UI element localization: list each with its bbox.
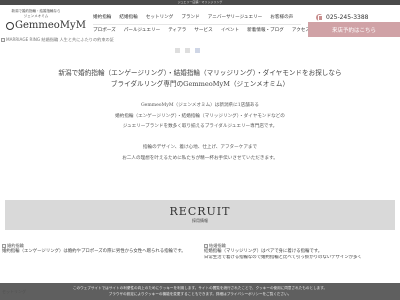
engagement-ring-image-alt: 婚約指輪	[7, 243, 24, 248]
nav-item-event[interactable]: イベント	[221, 27, 239, 33]
broken-image-icon	[2, 243, 6, 248]
nav-item-brand[interactable]: ブランド	[181, 14, 199, 20]
slider-dot-1[interactable]	[175, 48, 180, 53]
engagement-ring-image[interactable]: 婚約指輪	[2, 242, 192, 249]
intro-headline-line-2: ブライダルリング専門のGemmeoMyM（ジェンメオミム）	[110, 80, 290, 88]
intro-headline: 新潟で婚約指輪（エンゲージリング）・結婚指輪（マリッジリング）・ダイヤモンドをお…	[0, 68, 400, 90]
site-logo[interactable]: 新潟で婚約指輪・結婚指輪なら ジェンメオミム GemmeoMyM	[6, 9, 86, 35]
intro-headline-line-1: 新潟で婚約指輪（エンゲージリング）・結婚指輪（マリッジリング）・ダイヤモンドをお…	[58, 69, 342, 77]
phone-number: 025-245-3388	[326, 13, 369, 21]
logo-name: GemmeoMyM	[15, 20, 86, 31]
logo-wordmark: GemmeoMyM	[6, 20, 86, 32]
nav-divider	[93, 24, 301, 25]
nav-item-tiara[interactable]: ティアラ	[168, 27, 186, 33]
recruit-title: RECRUIT	[169, 205, 231, 218]
phone-icon	[316, 13, 323, 21]
reserve-visit-button[interactable]: 来店予約はこちら	[308, 22, 400, 37]
nav-item-wedding-ring[interactable]: 結婚指輪	[119, 14, 137, 20]
intro-body-line: 婚約指輪（エンゲージリング）・結婚指輪（マリッジリング）・ダイヤモンドなどの	[115, 113, 285, 119]
slider-dot-3[interactable]	[195, 48, 200, 53]
recruit-subtitle: 採用情報	[192, 218, 208, 223]
engagement-ring-column: 婚約指輪 婚約指輪（エンゲージリング）は婚約やプロポーズの際に男性から女性へ贈ら…	[2, 242, 192, 255]
recruit-banner[interactable]: RECRUIT 採用情報	[5, 200, 395, 230]
logo-tagline-2: ジェンメオミム	[23, 13, 49, 18]
nav-item-engagement-ring[interactable]: 婚約指輪	[93, 14, 111, 20]
nav-item-news-blog[interactable]: 新着情報・ブログ	[247, 27, 284, 33]
intro-body-line: GemmeoMyM（ジェンメオミム）は新潟県に1店舗ある	[140, 103, 260, 108]
phone-contact[interactable]: 025-245-3388	[316, 13, 396, 21]
logo-tagline: 新潟で婚約指輪・結婚指輪なら	[11, 9, 61, 13]
wedding-ring-image[interactable]: 結婚指輪	[204, 242, 394, 249]
nav-item-proposal[interactable]: プロポーズ	[93, 27, 116, 33]
hero-image-alt[interactable]: MARRIAGE RING 結婚指輪 人生と共にふたりの約束の証	[0, 37, 400, 43]
cookie-notice-line-2: ブラウザの設定によりクッキーの機能を変更することもできます。詳細はプライバシーポ…	[108, 291, 292, 296]
intro-body: GemmeoMyM（ジェンメオミム）は新潟県に1店舗ある 婚約指輪（エンゲージリ…	[0, 101, 400, 133]
broken-image-icon	[1, 38, 5, 42]
wedding-ring-column: 結婚指輪 結婚指輪（マリッジリング）はペアで身に着ける指輪です。 日常生活で着け…	[204, 242, 394, 262]
wedding-ring-image-alt: 結婚指輪	[209, 243, 226, 248]
intro-body-line: ジュエリーブランドを数多く取り揃えるブライダルジュエリー専門店です。	[122, 124, 278, 129]
nav-item-set-ring[interactable]: セットリング	[146, 14, 174, 20]
nav-item-pearl-jewelry[interactable]: パールジュエリー	[124, 27, 160, 33]
nav-item-service[interactable]: サービス	[194, 27, 212, 33]
intro-body-2: 指輪のデザイン、着け心地、仕上げ、アフターケアまで お二人の理想を叶えるために私…	[0, 143, 400, 164]
slider-pagination	[175, 48, 200, 53]
site-header: 新潟で婚約指輪・結婚指輪なら ジェンメオミム GemmeoMyM 婚約指輪 結婚…	[0, 5, 400, 37]
broken-image-icon	[204, 243, 208, 248]
intro-body-line: お二人の理想を叶えるために私たちが精一杯お手伝いさせていただきます。	[122, 155, 278, 161]
wedding-ring-description-line: 日常生活で着ける指輪なので婚約指輪と比べて引っ掛かりのないデザインが多く	[204, 255, 362, 260]
hero-alt-text: MARRIAGE RING 結婚指輪 人生と共にふたりの約束の証	[6, 37, 114, 42]
hero-slider: MARRIAGE RING 結婚指輪 人生と共にふたりの約束の証	[0, 37, 400, 44]
slider-dot-2[interactable]	[185, 48, 190, 53]
main-nav-primary: 婚約指輪 結婚指輪 セットリング ブランド アニバーサリージュエリー お客様の声	[93, 14, 293, 20]
nav-item-customer-voice[interactable]: お客様の声	[270, 14, 293, 20]
ring-logo-icon	[6, 21, 14, 30]
engagement-ring-description: 婚約指輪（エンゲージリング）は婚約やプロポーズの際に男性から女性へ贈られる指輪で…	[2, 249, 186, 254]
intro-body-line: 指輪のデザイン、着け心地、仕上げ、アフターケアまで	[142, 145, 258, 150]
main-nav-secondary: プロポーズ パールジュエリー ティアラ サービス イベント 新着情報・ブログ ア…	[93, 27, 310, 33]
cookie-consent-banner: このウェブサイトではサイトの利便性の向上のためにクッキーを利用します。サイトの閲…	[0, 283, 400, 300]
nav-item-anniversary-jewelry[interactable]: アニバーサリージュエリー	[208, 14, 263, 20]
